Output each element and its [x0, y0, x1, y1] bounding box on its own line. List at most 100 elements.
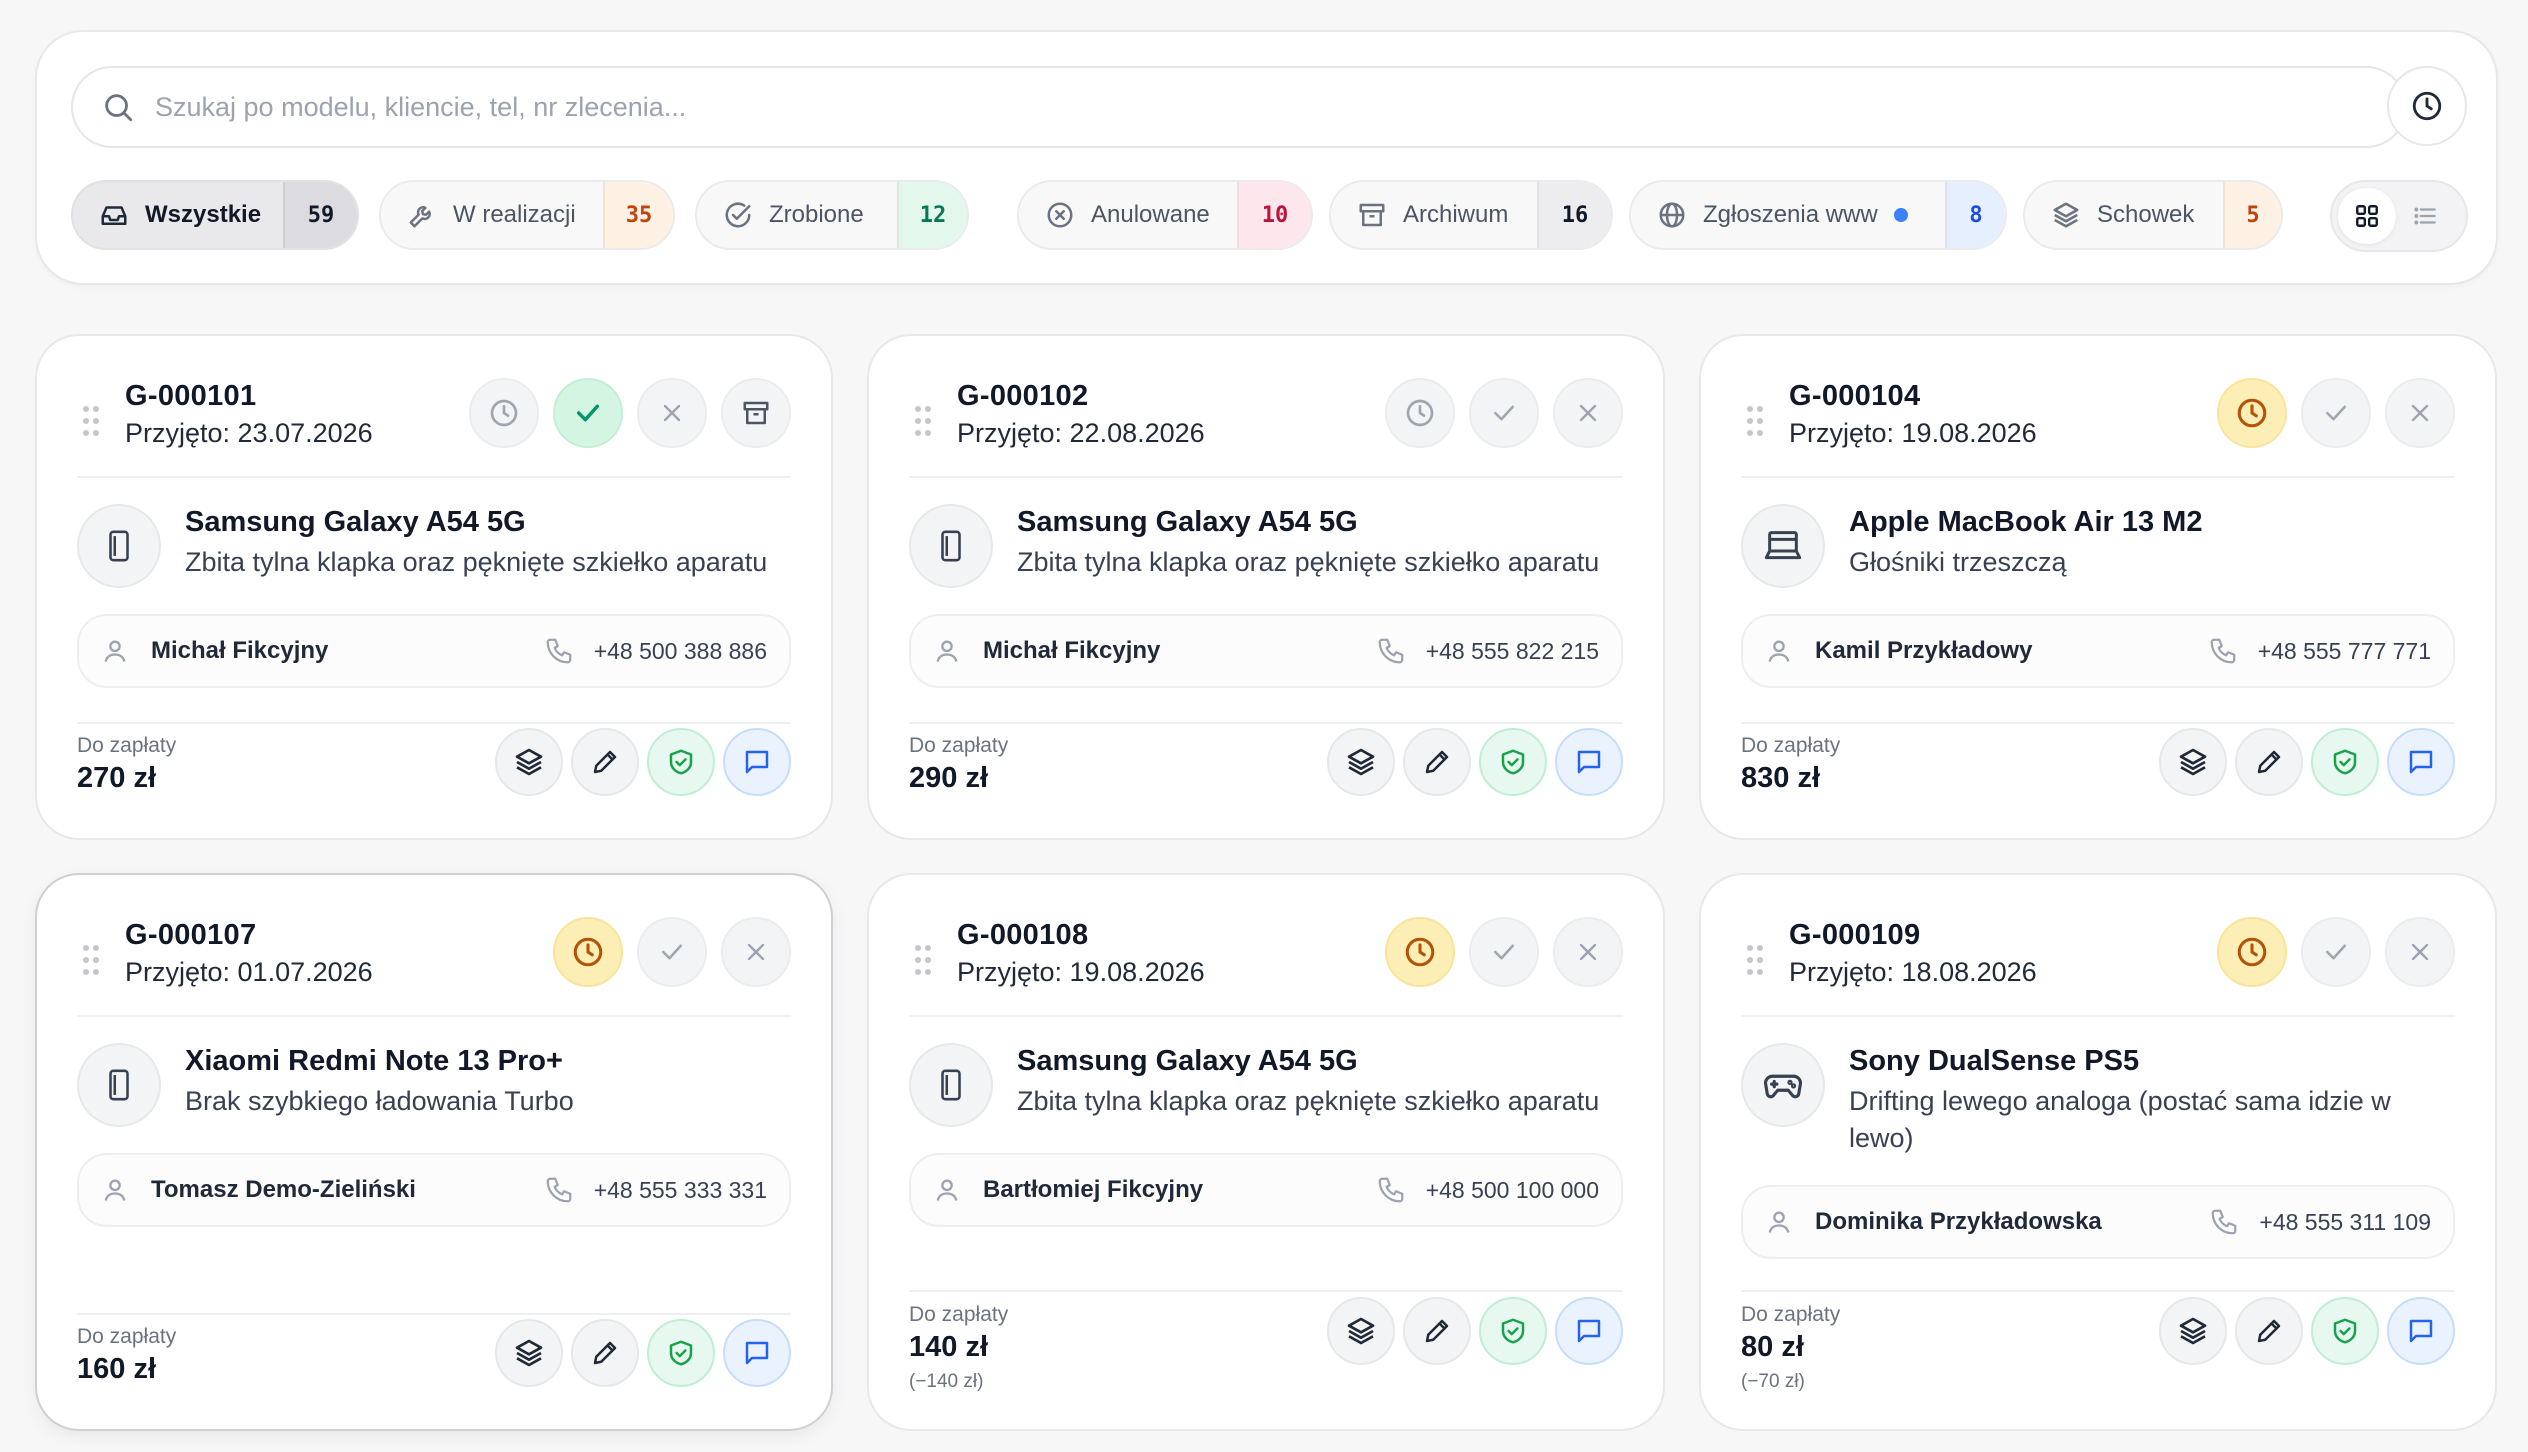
status-cancel-button[interactable] [2385, 378, 2455, 448]
laptop-device-icon [1764, 531, 1802, 560]
order-card[interactable]: G-000107 Przyjęto: 01.07.2026 Xiaomi Red… [35, 873, 833, 1431]
device-name: Sony DualSense PS5 [1849, 1045, 2140, 1077]
status-pending-button[interactable] [2217, 917, 2287, 987]
client-phone[interactable]: +48 555 311 109 [2259, 1209, 2431, 1236]
edit-button[interactable] [571, 728, 639, 796]
received-date: Przyjęto: 23.07.2026 [125, 418, 373, 448]
received-date: Przyjęto: 19.08.2026 [957, 957, 1205, 987]
status-pending-button[interactable] [469, 378, 539, 448]
edit-button[interactable] [2235, 728, 2303, 796]
drag-handle-icon[interactable] [81, 404, 101, 438]
phone-icon [2212, 1209, 2237, 1235]
clipboard-button[interactable] [495, 1319, 563, 1387]
client-phone[interactable]: +48 500 100 000 [1426, 1177, 1599, 1204]
clipboard-button[interactable] [2159, 1297, 2227, 1365]
message-button[interactable] [1555, 728, 1623, 796]
clipboard-button[interactable] [1327, 728, 1395, 796]
status-done-button[interactable] [2301, 917, 2371, 987]
status-cancel-button[interactable] [721, 917, 791, 987]
search-icon [105, 94, 133, 122]
filter-chip-web-requests[interactable]: Zgłoszenia www 8 [1629, 180, 2007, 250]
status-cancel-button[interactable] [1553, 917, 1623, 987]
edit-button[interactable] [571, 1319, 639, 1387]
order-card[interactable]: G-000108 Przyjęto: 19.08.2026 Samsung Ga… [867, 873, 1665, 1431]
warranty-button[interactable] [2311, 728, 2379, 796]
message-button[interactable] [2387, 1297, 2455, 1365]
message-button[interactable] [723, 728, 791, 796]
client-phone[interactable]: +48 500 388 886 [594, 638, 767, 665]
payment-amount: 270 zł [77, 762, 156, 794]
message-button[interactable] [1555, 1297, 1623, 1365]
status-done-button[interactable] [637, 917, 707, 987]
order-card[interactable]: G-000101 Przyjęto: 23.07.2026 Samsung Ga… [35, 334, 833, 840]
warranty-button[interactable] [2311, 1297, 2379, 1365]
layers-icon [2179, 1317, 2207, 1345]
clipboard-button[interactable] [1327, 1297, 1395, 1365]
status-done-button[interactable] [1469, 378, 1539, 448]
filter-chip-in-progress[interactable]: W realizacji 35 [379, 180, 675, 250]
list-view-button[interactable] [2396, 188, 2454, 244]
phone-icon [1378, 1177, 1404, 1203]
search-box[interactable] [71, 66, 2407, 148]
edit-button[interactable] [1403, 728, 1471, 796]
history-button[interactable] [2387, 66, 2467, 146]
filter-chip-count: 59 [283, 182, 357, 248]
order-card[interactable]: G-000104 Przyjęto: 19.08.2026 Apple MacB… [1699, 334, 2497, 840]
edit-button[interactable] [1403, 1297, 1471, 1365]
status-done-button[interactable] [1469, 917, 1539, 987]
status-done-button[interactable] [553, 378, 623, 448]
warranty-button[interactable] [1479, 1297, 1547, 1365]
filter-chip-cancelled[interactable]: Anulowane 10 [1017, 180, 1313, 250]
drag-handle-icon[interactable] [913, 404, 933, 438]
warranty-button[interactable] [647, 1319, 715, 1387]
payment-label: Do zapłaty [909, 734, 1009, 757]
status-cancel-button[interactable] [1553, 378, 1623, 448]
filter-chip-archive[interactable]: Archiwum 16 [1329, 180, 1613, 250]
divider [1741, 722, 2455, 724]
edit-button[interactable] [2235, 1297, 2303, 1365]
payment-amount: 160 zł [77, 1353, 156, 1385]
status-pending-button[interactable] [553, 917, 623, 987]
warranty-button[interactable] [1479, 728, 1547, 796]
status-pending-button[interactable] [1385, 378, 1455, 448]
client-phone[interactable]: +48 555 777 771 [2258, 638, 2431, 665]
status-cancel-button[interactable] [2385, 917, 2455, 987]
drag-handle-icon[interactable] [81, 943, 101, 977]
search-input[interactable] [155, 91, 2405, 123]
filter-chip-clipboard[interactable]: Schowek 5 [2023, 180, 2283, 250]
received-date: Przyjęto: 22.08.2026 [957, 418, 1205, 448]
status-cancel-button[interactable] [637, 378, 707, 448]
client-name: Michał Fikcyjny [151, 637, 329, 664]
clipboard-button[interactable] [495, 728, 563, 796]
chat-icon [745, 750, 769, 774]
drag-handle-icon[interactable] [913, 943, 933, 977]
new-indicator-dot [1893, 208, 1908, 222]
phone-icon [1378, 638, 1404, 664]
inbox-icon [101, 206, 127, 225]
filter-chip-all[interactable]: Wszystkie 59 [71, 180, 359, 250]
filter-chip-count: 5 [2223, 182, 2281, 248]
pencil-icon [2257, 750, 2281, 774]
drag-handle-icon[interactable] [1745, 404, 1765, 438]
drag-handle-icon[interactable] [1745, 943, 1765, 977]
filter-chip-done[interactable]: Zrobione 12 [695, 180, 969, 250]
clipboard-button[interactable] [2159, 728, 2227, 796]
client-phone[interactable]: +48 555 822 215 [1426, 638, 1599, 665]
archive-button[interactable] [721, 378, 791, 448]
status-pending-button[interactable] [1385, 917, 1455, 987]
order-card[interactable]: G-000102 Przyjęto: 22.08.2026 Samsung Ga… [867, 334, 1665, 840]
grid-view-button[interactable] [2338, 188, 2396, 244]
check-icon [2326, 944, 2346, 960]
status-done-button[interactable] [2301, 378, 2371, 448]
status-pending-button[interactable] [2217, 378, 2287, 448]
device-name: Samsung Galaxy A54 5G [1017, 506, 1358, 538]
message-button[interactable] [2387, 728, 2455, 796]
filter-panel: Wszystkie 59 W realizacji 35 Zrobione 12… [35, 30, 2498, 285]
client-phone[interactable]: +48 555 333 331 [594, 1177, 767, 1204]
message-button[interactable] [723, 1319, 791, 1387]
person-icon [936, 1179, 958, 1201]
order-card[interactable]: G-000109 Przyjęto: 18.08.2026 Sony DualS… [1699, 873, 2497, 1431]
warranty-button[interactable] [647, 728, 715, 796]
client-name: Bartłomiej Fikcyjny [983, 1176, 1204, 1203]
check-icon [662, 944, 682, 960]
